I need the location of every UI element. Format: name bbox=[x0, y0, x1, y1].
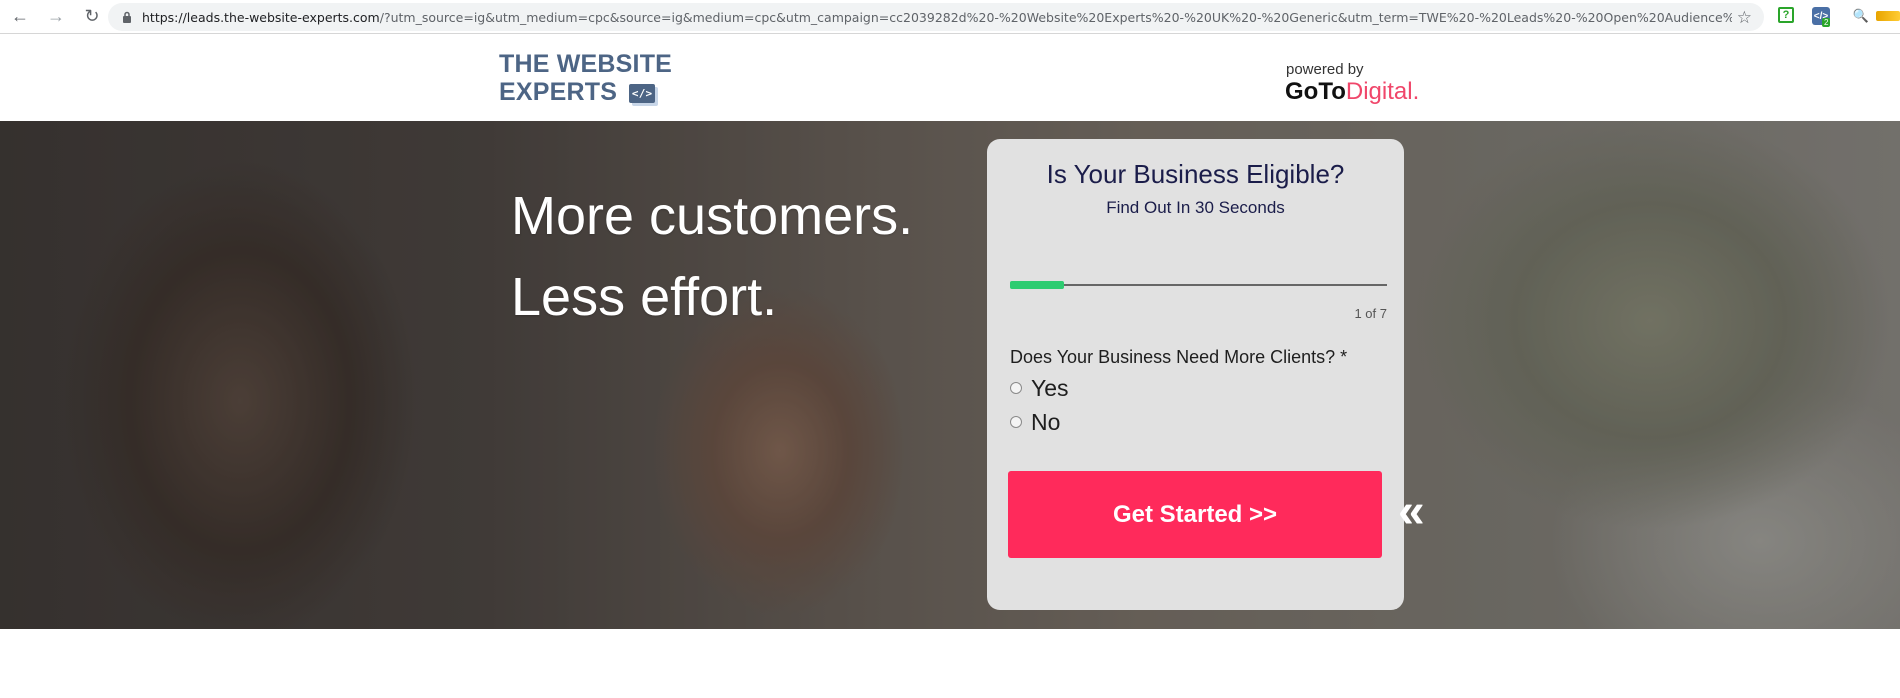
option-yes[interactable]: Yes bbox=[1010, 373, 1069, 403]
bookmark-star-icon[interactable]: ☆ bbox=[1737, 8, 1752, 28]
extension-badge: 2 bbox=[1822, 18, 1831, 27]
back-chevron-icon[interactable]: « bbox=[1398, 488, 1425, 536]
step-counter: 1 of 7 bbox=[1354, 306, 1387, 321]
brand-line1: THE WEBSITE bbox=[499, 50, 673, 78]
page-below-fold bbox=[0, 629, 1900, 698]
get-started-button[interactable]: Get Started >> bbox=[1008, 471, 1382, 558]
radio-yes[interactable] bbox=[1010, 382, 1022, 394]
reload-icon[interactable]: ↻ bbox=[80, 5, 104, 29]
headline-line2: Less effort. bbox=[511, 267, 778, 327]
eligibility-form: Is Your Business Eligible? Find Out In 3… bbox=[987, 139, 1404, 610]
progress-fill bbox=[1010, 281, 1064, 289]
code-brackets-icon: </> bbox=[629, 84, 656, 103]
address-bar[interactable]: https://leads.the-website-experts.com/?u… bbox=[108, 3, 1764, 31]
back-arrow-icon[interactable]: ← bbox=[8, 5, 32, 29]
form-subtitle: Find Out In 30 Seconds bbox=[1106, 198, 1285, 217]
option-no[interactable]: No bbox=[1010, 407, 1060, 437]
brand-logo[interactable]: THE WEBSITE EXPERTS </> bbox=[499, 50, 672, 106]
hero-headline: More customers. Less effort. bbox=[511, 176, 913, 338]
hero-background-image bbox=[0, 121, 1900, 629]
partner-logo[interactable]: GoToDigital. bbox=[1285, 78, 1419, 106]
brand-line2: EXPERTS bbox=[499, 78, 618, 106]
form-title: Is Your Business Eligible? bbox=[1046, 159, 1345, 189]
browser-toolbar: ← → ↻ https://leads.the-website-experts.… bbox=[0, 0, 1900, 34]
search-extension-icon[interactable]: 🔍 bbox=[1852, 7, 1870, 25]
forward-arrow-icon[interactable]: → bbox=[44, 5, 68, 29]
question-label: Does Your Business Need More Clients? * bbox=[1010, 347, 1348, 367]
site-header bbox=[0, 34, 1900, 121]
partner-logo-goto: GoTo bbox=[1285, 78, 1346, 105]
url-host: https://leads.the-website-experts.com bbox=[142, 9, 380, 25]
partner-logo-digital: Digital. bbox=[1345, 78, 1420, 105]
extension-icon[interactable] bbox=[1876, 11, 1900, 21]
progress-bar bbox=[1010, 281, 1387, 289]
url-path: /?utm_source=ig&utm_medium=cpc&source=ig… bbox=[379, 9, 1732, 25]
hero-overlay bbox=[0, 121, 1900, 629]
lock-icon bbox=[120, 10, 134, 24]
option-yes-label: Yes bbox=[1031, 375, 1069, 401]
option-no-label: No bbox=[1031, 409, 1061, 435]
radio-no[interactable] bbox=[1010, 416, 1022, 428]
url-text[interactable]: https://leads.the-website-experts.com/?u… bbox=[142, 10, 1732, 25]
help-extension-icon[interactable]: ? bbox=[1778, 7, 1794, 23]
powered-by-label: powered by bbox=[1286, 61, 1364, 78]
headline-line1: More customers. bbox=[511, 186, 914, 246]
